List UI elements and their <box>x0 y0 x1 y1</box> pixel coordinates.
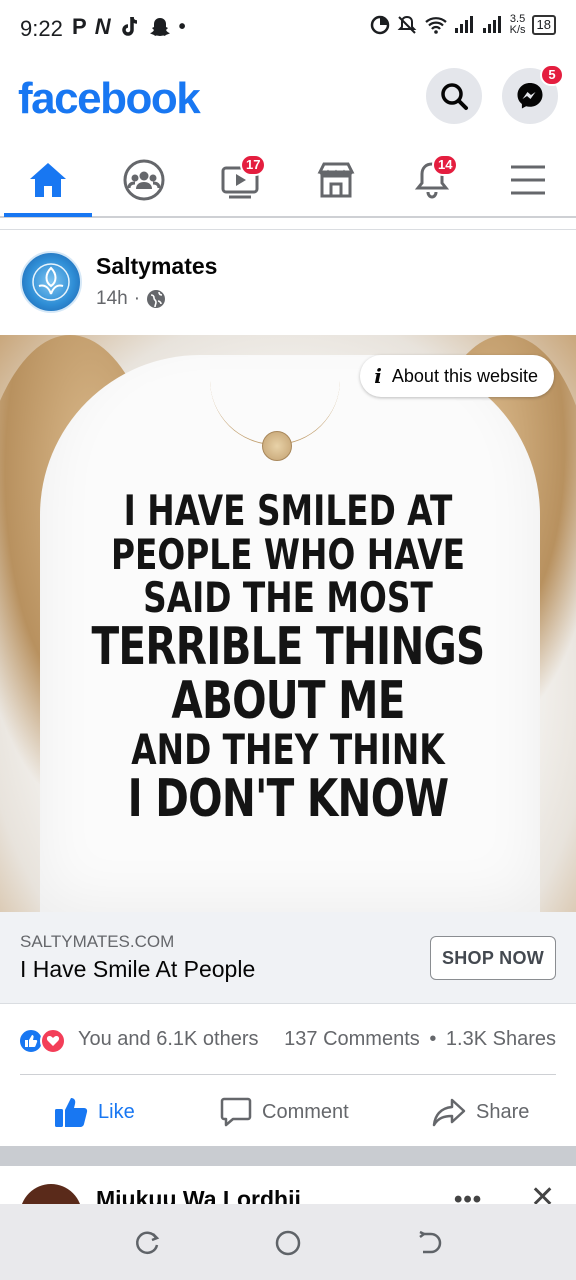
next-post-avatar[interactable] <box>20 1184 82 1204</box>
marketplace-icon <box>317 162 355 198</box>
shirt-line-1: I HAVE SMILED AT <box>123 486 453 535</box>
like-label: Like <box>98 1100 135 1123</box>
page-name[interactable]: Saltymates <box>96 253 217 280</box>
tab-marketplace[interactable] <box>306 152 366 208</box>
shirt-print-text: I HAVE SMILED AT PEOPLE WHO HAVE SAID TH… <box>63 489 512 826</box>
groups-icon <box>123 159 165 201</box>
status-system-icons: 3.5 K/s 18 <box>370 14 556 36</box>
search-button[interactable] <box>426 68 482 124</box>
home-icon <box>30 163 66 197</box>
messenger-button[interactable]: 5 <box>502 64 564 124</box>
shirt-line-2: PEOPLE WHO HAVE <box>111 529 465 579</box>
net-speed-unit: K/s <box>509 24 526 36</box>
share-count[interactable]: 1.3K Shares <box>446 1028 556 1050</box>
engagement-stats: 137 Comments • 1.3K Shares <box>284 1028 556 1051</box>
tab-video[interactable]: 17 <box>210 152 270 208</box>
shirt-line-4: TERRIBLE THINGS <box>91 617 486 678</box>
post-time[interactable]: 14h <box>96 288 128 310</box>
video-badge: 17 <box>240 154 267 176</box>
p-app-icon: P <box>72 14 87 39</box>
post-separator-band <box>0 1146 576 1166</box>
tab-groups[interactable] <box>114 152 174 208</box>
shop-now-button[interactable]: SHOP NOW <box>430 936 556 980</box>
status-time: 9:22 <box>20 16 63 41</box>
wifi-icon <box>424 17 447 34</box>
about-website-label: About this website <box>391 365 538 386</box>
comment-icon <box>220 1097 252 1127</box>
share-icon <box>432 1098 466 1127</box>
next-post-header: Mjukuu Wa Lordhii ••• ✕ <box>0 1166 576 1204</box>
facebook-logo[interactable]: facebook <box>18 74 201 124</box>
like-button[interactable]: Like <box>54 1092 135 1132</box>
data-saver-icon <box>370 15 389 35</box>
meta-separator: · <box>133 288 141 309</box>
main-nav: 17 14 <box>0 142 576 218</box>
next-post-name[interactable]: Mjukuu Wa Lordhii <box>96 1186 301 1204</box>
status-bar: 9:22 P N • 3.5 K/s 18 <box>0 0 576 58</box>
signal-1-icon <box>454 16 473 33</box>
info-icon: i <box>374 364 382 388</box>
recents-icon <box>136 1231 160 1255</box>
shirt-line-3: SAID THE MOST <box>143 573 433 623</box>
comment-button[interactable]: Comment <box>220 1092 349 1132</box>
notifications-badge: 14 <box>432 154 459 176</box>
image-necklace-pendant <box>262 431 292 461</box>
tiktok-icon <box>121 16 137 36</box>
share-button[interactable]: Share <box>432 1092 529 1132</box>
post-meta: 14h · <box>96 288 166 310</box>
stats-dot: • <box>429 1028 437 1050</box>
menu-icon <box>511 165 545 195</box>
link-domain: SALTYMATES.COM <box>20 932 175 951</box>
status-dot: • <box>178 15 186 38</box>
network-speed: 3.5 K/s <box>510 14 526 36</box>
shirt-line-6: AND THEY THINK <box>131 725 445 775</box>
back-button[interactable] <box>414 1228 444 1258</box>
status-notification-icons: P N • <box>72 14 186 40</box>
battery-indicator: 18 <box>531 15 556 35</box>
shirt-line-5: ABOUT ME <box>171 671 405 732</box>
about-website-button[interactable]: i About this website <box>360 355 554 397</box>
reaction-icons[interactable] <box>18 1028 74 1054</box>
comment-count[interactable]: 137 Comments <box>284 1028 420 1050</box>
home-circle-icon <box>275 1230 301 1256</box>
messenger-icon <box>517 83 543 109</box>
link-title: I Have Smile At People <box>20 956 256 982</box>
reactions-bar: You and 6.1K others 137 Comments • 1.3K … <box>0 1004 576 1076</box>
like-thumb-icon <box>55 1098 88 1127</box>
close-icon[interactable]: ✕ <box>530 1180 555 1204</box>
post-header: Saltymates 14h · <box>0 231 576 335</box>
love-reaction-icon <box>40 1028 66 1054</box>
active-tab-indicator <box>4 213 92 217</box>
more-options-icon[interactable]: ••• <box>454 1186 482 1204</box>
signal-2-icon <box>482 16 501 33</box>
post-actions: Like Comment Share <box>0 1076 576 1146</box>
recents-button[interactable] <box>132 1228 162 1258</box>
system-navigation-bar <box>0 1204 576 1280</box>
app-header: facebook 5 <box>0 58 576 142</box>
n-app-icon: N <box>94 14 111 39</box>
mute-icon <box>397 15 417 34</box>
tab-menu[interactable] <box>498 152 558 208</box>
saltymates-logo-icon <box>32 263 70 301</box>
tab-notifications[interactable]: 14 <box>402 152 462 208</box>
messenger-badge: 5 <box>540 64 564 86</box>
reaction-count[interactable]: You and 6.1K others <box>78 1028 259 1051</box>
comment-label: Comment <box>262 1100 349 1123</box>
search-icon <box>441 83 468 110</box>
share-label: Share <box>476 1100 530 1123</box>
back-icon <box>419 1230 442 1254</box>
post-image[interactable]: I HAVE SMILED AT PEOPLE WHO HAVE SAID TH… <box>0 335 576 912</box>
feed-separator <box>0 218 576 230</box>
page-avatar[interactable] <box>20 251 82 313</box>
home-nav-button[interactable] <box>273 1228 303 1258</box>
link-preview[interactable]: SALTYMATES.COM I Have Smile At People SH… <box>0 912 576 1004</box>
globe-icon <box>147 290 166 308</box>
snapchat-icon <box>149 18 170 36</box>
shirt-line-7: I DON'T KNOW <box>127 768 450 829</box>
actions-divider <box>20 1074 556 1075</box>
tab-home[interactable] <box>18 152 78 208</box>
